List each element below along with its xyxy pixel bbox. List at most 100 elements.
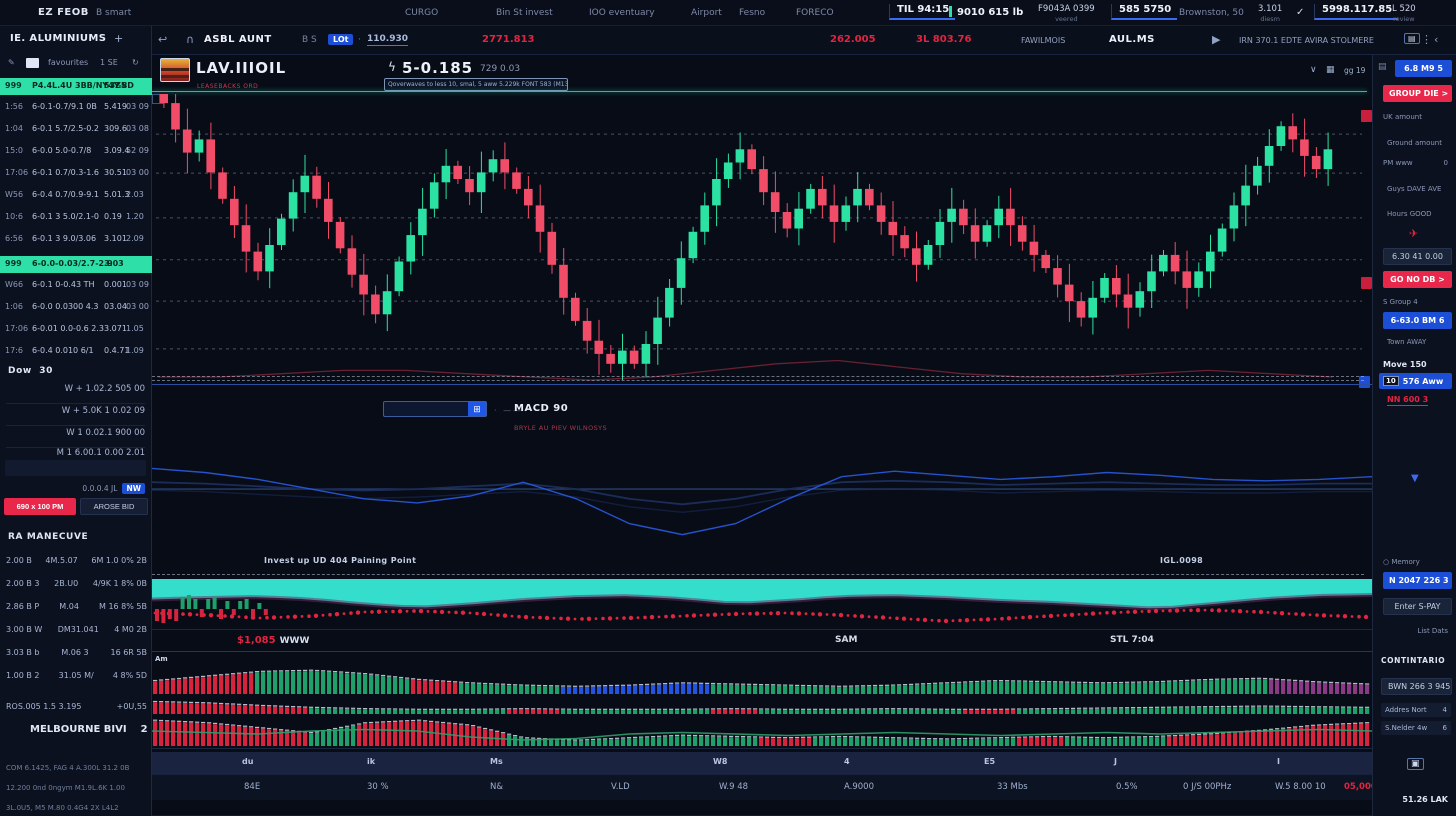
risk-row[interactable]: 2.00 B 32B.U04/9K 1 8% 0B [6, 579, 147, 588]
quotebar-item[interactable]: ∩ [186, 33, 194, 46]
buy-button[interactable]: 6.8 M9 5 [1395, 60, 1452, 77]
ribbon-chart[interactable] [152, 577, 1372, 627]
bwn-button[interactable]: BWN 266 3 9455 [1381, 678, 1452, 695]
watchlist-row[interactable]: 9996-0.0-0.03/2.7-2.93.03 [0, 256, 152, 273]
watchlist-row[interactable]: 999P4.4L.4U 3BB/NY4Y-8D53Z5 [0, 78, 152, 95]
edit-icon[interactable]: ✎ [8, 58, 15, 67]
titlebar-item[interactable]: IOO eventuary [589, 8, 655, 18]
quotebar-item[interactable]: ‹ [1434, 33, 1438, 46]
watchlist-row[interactable]: 1:566-0.1-0.7/9.1 0B5.41903 09 [0, 102, 152, 122]
titlebar-item[interactable]: Fesno [739, 8, 765, 18]
quotebar-item[interactable]: ⋮ [1421, 33, 1432, 46]
search-apply-button[interactable]: ⊞ [468, 402, 486, 416]
titlebar-item[interactable]: ✓ [1296, 7, 1304, 18]
price-tag-last [1359, 376, 1370, 388]
sell-market-button[interactable]: GO NO DB > [1383, 271, 1452, 288]
list-dats-label: List Dats [1417, 627, 1448, 635]
instrument-title: LAV.IIIOIL [196, 59, 286, 77]
buy-limit-button[interactable]: 6-63.0 BM 6 [1383, 312, 1452, 329]
footnote-row: COM 6.1425, FAG 4 A.300L 31.2 0B [6, 764, 149, 772]
quotebar-item[interactable]: ▶ [1212, 33, 1220, 46]
nw-badge[interactable]: NW [122, 483, 145, 494]
contintario-header: CONTINTARIO [1381, 656, 1445, 665]
quote-price: 3L 803.76 [916, 34, 971, 45]
titlebar-item[interactable]: F9043A 0399veered [1038, 4, 1095, 23]
risk-row[interactable]: 3.00 B WDM31.0414 M0 2B [6, 625, 147, 634]
titlebar-tab[interactable]: 585 5750 [1111, 4, 1177, 20]
status-value: 84E [244, 782, 260, 792]
dow-row[interactable]: W + 1.02.2 505 00 [6, 384, 145, 404]
status-value: W.5 8.00 10 [1275, 782, 1326, 792]
quotebar-item: ASBL AUNT [204, 34, 272, 45]
alert-price: NN 600 3 [1387, 395, 1428, 406]
watchlist-toolbar: ✎ favourites 1 SE ↻ [0, 56, 152, 74]
selected-size-row[interactable]: 10576 Aww [1379, 373, 1452, 389]
window-icon[interactable]: ▣ [1407, 758, 1424, 770]
watchlist-row[interactable]: 15:06-0.0 5.0-0.7/83.09.452 09 [0, 146, 152, 166]
watchlist-row[interactable]: 17:066-0.01 0.0-0.6 2.33.0711.05 [0, 324, 152, 344]
titlebar-item[interactable]: Brownston, 50 [1179, 8, 1244, 18]
watchlist-row[interactable]: W566-0.4 0.7/0.9-9.15.01.32.03 [0, 190, 152, 210]
arose-bid-button[interactable]: AROSE BID [80, 498, 148, 515]
input-placeholder-box[interactable] [5, 460, 146, 476]
snelder-row[interactable]: S.Nelder 4w6 [1381, 721, 1451, 735]
quotebar-item: ▤ [1404, 33, 1420, 44]
watchlist-row[interactable]: 17:066-0.1 0.7/0.3-1.630.5103 00 [0, 168, 152, 188]
titlebar-item[interactable]: 3.101diesm [1258, 4, 1282, 23]
caption-value-1: $1,085WWW [237, 635, 309, 646]
time-axis-label: 4 [844, 757, 850, 766]
chevron-down-icon[interactable]: ∨ [1310, 65, 1317, 75]
confirm-button[interactable]: N 2047 226 3 [1383, 572, 1452, 589]
titlebar-tab[interactable]: TIL 94:15 [889, 4, 955, 20]
risk-row[interactable]: 3.03 B bM.06 316 6R 5B [6, 648, 147, 657]
add-symbol-button[interactable]: + [114, 32, 123, 45]
quote-button[interactable]: 6.30 41 0.00 [1383, 248, 1452, 265]
amount-label: UK amount [1383, 113, 1422, 121]
candlestick-chart[interactable] [152, 92, 1372, 383]
macd-label[interactable]: MACD 90 [514, 403, 568, 414]
address-row[interactable]: Addres Nort4 [1381, 703, 1451, 717]
titlebar-item[interactable]: CURGO [405, 8, 438, 18]
watchlist-row[interactable]: 10:66-0.1 3 5.0/2.1-00.191.20 [0, 212, 152, 232]
dow-row[interactable]: W + 5.0K 1 0.02 09 [6, 406, 145, 426]
watchlist-row[interactable]: W666-0.1 0-0.43 TH0.00103 09 [0, 280, 152, 300]
watchlist-row[interactable]: 1:046-0.1 5.7/2.5-0.2309.603 08 [0, 124, 152, 144]
panel-icon[interactable]: ▤ [1378, 62, 1387, 72]
status-value: W.9 48 [719, 782, 748, 792]
time-axis[interactable]: duikMsW84E5JI [152, 752, 1372, 774]
pm-value: 0 [1444, 159, 1448, 167]
favourites-label[interactable]: favourites [48, 58, 88, 67]
chart-tooltip: Qoverwaves to less 10, smal, 5 aww 5.229… [384, 78, 568, 91]
enter-spay-button[interactable]: Enter S-PAY [1383, 598, 1452, 615]
watchlist-row[interactable]: 1:066-0.0 0.0300 4.303.0403 00 [0, 302, 152, 322]
scroll-down-icon[interactable]: ▼ [1411, 473, 1419, 484]
folder-icon[interactable] [26, 58, 39, 68]
refresh-icon[interactable]: ↻ [132, 58, 139, 67]
watchlist-row[interactable]: 17:66-0.4 0.010 6/10.4.711.09 [0, 346, 152, 366]
sell-order-button[interactable]: 690 x 100 PM [4, 498, 76, 515]
titlebar-item[interactable]: Airport [691, 8, 722, 18]
risk-row[interactable]: 2.00 B4M.5.076M 1.0 0% 2B [6, 556, 147, 565]
risk-row[interactable]: 2.86 B PM.04M 16 8% 5B [6, 602, 147, 611]
sell-button[interactable]: GROUP DIE > [1383, 85, 1452, 102]
titlebar-item[interactable]: FORECO [796, 8, 834, 18]
oscillator-chart[interactable] [152, 427, 1372, 565]
volume-histogram-2[interactable] [152, 696, 1372, 714]
titlebar-item[interactable]: L 520review [1392, 4, 1416, 23]
quotebar-item: AUL.MS [1109, 34, 1155, 45]
list-mode-label[interactable]: 1 SE [100, 58, 118, 67]
risk-row[interactable]: 1.00 B 231.05 M/4 8% 5D [6, 671, 147, 680]
plane-icon[interactable]: ✈ [1409, 227, 1418, 240]
indicator-search-input[interactable] [384, 402, 468, 416]
quotebar-item[interactable]: LOt [328, 34, 353, 45]
volume-histogram-1[interactable] [152, 666, 1372, 694]
titlebar-tab[interactable]: 5998.117.85 [1314, 4, 1398, 20]
titlebar-item[interactable]: 9010 615 lb [949, 6, 1023, 18]
titlebar-item[interactable]: Bin St invest [496, 8, 553, 18]
watchlist-row[interactable]: 6:566-0.1 3 9.0/3.063.1012.09 [0, 234, 152, 254]
quotebar-item[interactable]: ↩ [158, 33, 167, 46]
grid-icon[interactable]: ▦ [1326, 65, 1335, 75]
volume-histogram-3[interactable] [152, 716, 1372, 746]
dow-row[interactable]: W 1 0.02.1 900 00 [6, 428, 145, 448]
chart-settings-label[interactable]: gg 19 [1344, 66, 1365, 75]
